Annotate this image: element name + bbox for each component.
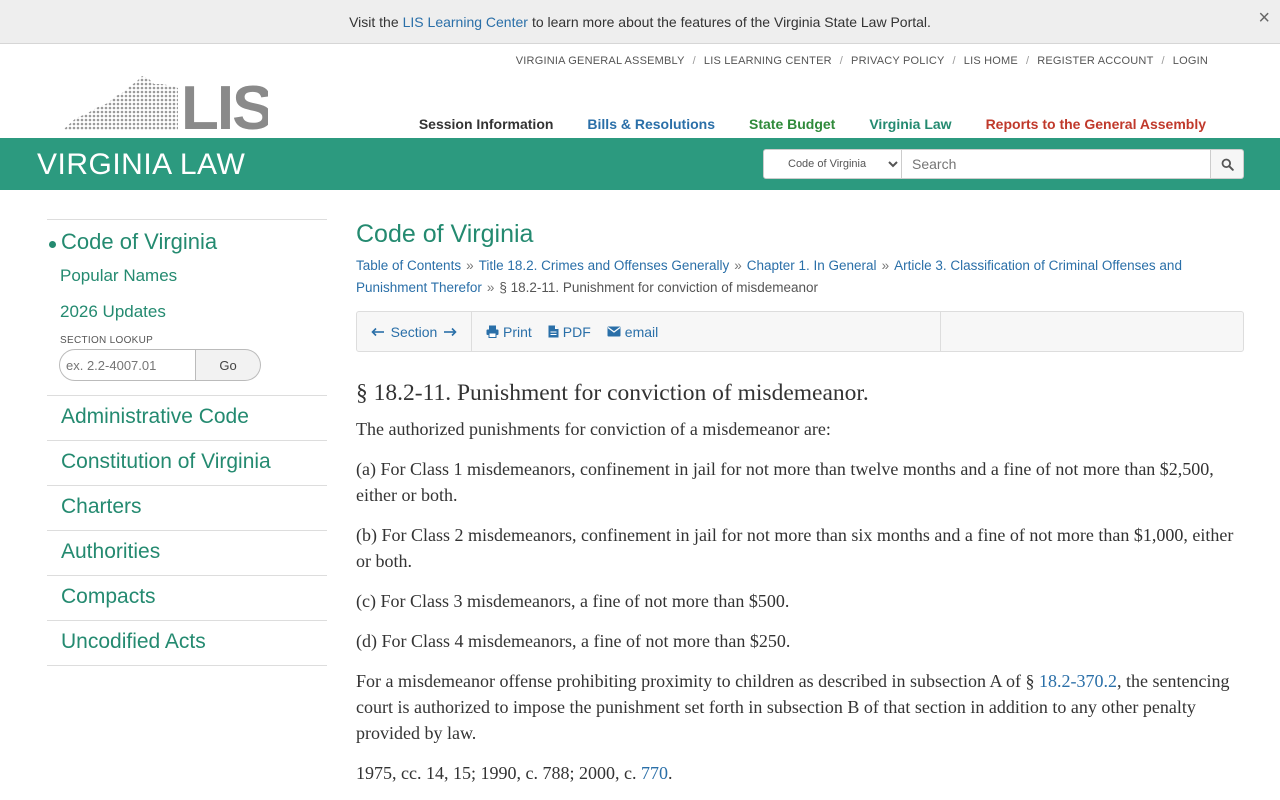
main-nav: Session Information Bills & Resolutions … xyxy=(419,116,1206,132)
top-link-general-assembly[interactable]: VIRGINIA GENERAL ASSEMBLY xyxy=(516,55,685,67)
section-heading: § 18.2-11. Punishment for conviction of … xyxy=(356,380,869,406)
top-link-register-account[interactable]: REGISTER ACCOUNT xyxy=(1037,55,1153,67)
breadcrumb-separator: » xyxy=(486,280,495,295)
nav-bills-resolutions[interactable]: Bills & Resolutions xyxy=(587,116,715,132)
announcement-banner: Visit the LIS Learning Center to learn m… xyxy=(0,0,1280,44)
banner-text-before: Visit the xyxy=(349,13,399,30)
breadcrumb-current: § 18.2-11. Punishment for conviction of … xyxy=(499,280,819,295)
sidebar-item-compacts[interactable]: Compacts xyxy=(47,575,327,620)
clause-a: (a) For Class 1 misdemeanors, confinemen… xyxy=(356,459,1214,505)
search-input[interactable] xyxy=(902,149,1211,179)
current-bullet-icon xyxy=(49,241,56,248)
breadcrumb-title[interactable]: Title 18.2. Crimes and Offenses Generall… xyxy=(479,258,730,273)
clause-c: (c) For Class 3 misdemeanors, a fine of … xyxy=(356,591,790,611)
utility-links: VIRGINIA GENERAL ASSEMBLY / LIS LEARNING … xyxy=(515,55,1208,67)
breadcrumb-separator: » xyxy=(734,258,742,273)
site-header: LIS VIRGINIA GENERAL ASSEMBLY / LIS LEARN… xyxy=(0,44,1280,143)
sidebar-item-constitution[interactable]: Constitution of Virginia xyxy=(47,440,327,485)
nav-reports-general-assembly[interactable]: Reports to the General Assembly xyxy=(986,116,1206,132)
main-content: Code of Virginia Table of Contents » Title… xyxy=(356,219,1246,786)
close-icon[interactable]: × xyxy=(1258,8,1270,28)
breadcrumb-separator: » xyxy=(881,258,890,273)
breadcrumb-separator: » xyxy=(466,258,474,273)
search-form: Code of Virginia xyxy=(763,149,1244,179)
pdf-label: PDF xyxy=(562,323,591,340)
breadcrumb-chapter[interactable]: Chapter 1. In General xyxy=(747,258,877,273)
section-body: The authorized punishments for convictio… xyxy=(356,416,1246,786)
section-lookup-label: SECTION LOOKUP xyxy=(60,335,154,346)
sidebar-item-administrative-code[interactable]: Administrative Code xyxy=(47,395,327,440)
sidebar-item-uncodified-acts[interactable]: Uncodified Acts xyxy=(47,620,327,665)
lis-logo[interactable]: LIS xyxy=(64,74,273,143)
envelope-icon xyxy=(607,326,621,337)
chapter-770-link[interactable]: 770 xyxy=(641,763,668,783)
section-toolbar: Section Print PDF email xyxy=(356,311,1244,352)
print-label: Print xyxy=(503,323,532,340)
section-bar: VIRGINIA LAW Code of Virginia xyxy=(0,138,1280,190)
sidebar-item-authorities[interactable]: Authorities xyxy=(47,530,327,575)
pdf-icon xyxy=(548,325,559,338)
section-title-virginia-law[interactable]: VIRGINIA LAW xyxy=(37,148,245,182)
sidebar-sub-popular-names[interactable]: Popular Names xyxy=(47,260,327,296)
section-nav: Section xyxy=(357,312,472,351)
section-lookup-form: Go xyxy=(59,349,261,381)
pdf-button[interactable]: PDF xyxy=(548,324,591,340)
sidebar: Code of Virginia Popular Names 2026 Upda… xyxy=(47,219,327,666)
sidebar-item-code-of-virginia[interactable]: Code of Virginia xyxy=(47,220,327,260)
banner-text-after: to learn more about the features of the … xyxy=(531,13,931,30)
section-lookup-input[interactable] xyxy=(59,349,196,381)
arrow-right-icon[interactable] xyxy=(443,327,457,337)
top-link-privacy-policy[interactable]: PRIVACY POLICY xyxy=(851,55,944,67)
clause-d: (d) For Class 4 misdemeanors, a fine of … xyxy=(356,631,791,651)
breadcrumb-table-of-contents[interactable]: Table of Contents xyxy=(356,258,461,273)
banner-learning-center-link[interactable]: LIS Learning Center xyxy=(403,14,528,30)
search-icon xyxy=(1221,158,1234,171)
top-link-lis-home[interactable]: LIS HOME xyxy=(964,55,1018,67)
proximity-paragraph: For a misdemeanor offense prohibiting pr… xyxy=(356,671,1230,743)
section-actions: Print PDF email xyxy=(472,312,941,351)
top-link-learning-center[interactable]: LIS LEARNING CENTER xyxy=(704,55,832,67)
nav-virginia-law[interactable]: Virginia Law xyxy=(869,116,951,132)
search-scope-select[interactable]: Code of Virginia xyxy=(763,149,902,179)
sidebar-item-charters[interactable]: Charters xyxy=(47,485,327,530)
section-intro: The authorized punishments for convictio… xyxy=(356,419,831,439)
page-title: Code of Virginia xyxy=(356,220,534,248)
breadcrumb: Table of Contents » Title 18.2. Crimes and… xyxy=(356,255,1246,299)
sidebar-item-label: Code of Virginia xyxy=(61,229,218,254)
email-label: email xyxy=(624,323,659,340)
search-button[interactable] xyxy=(1211,149,1244,179)
history-paragraph: 1975, cc. 14, 15; 1990, c. 788; 2000, c.… xyxy=(356,763,673,783)
nav-state-budget[interactable]: State Budget xyxy=(749,116,835,132)
section-nav-label: Section xyxy=(390,323,438,340)
print-icon xyxy=(486,325,499,338)
email-button[interactable]: email xyxy=(607,324,658,340)
nav-session-information[interactable]: Session Information xyxy=(419,116,554,132)
go-button[interactable]: Go xyxy=(196,349,261,381)
arrow-left-icon[interactable] xyxy=(371,327,385,337)
print-button[interactable]: Print xyxy=(486,324,532,340)
clause-b: (b) For Class 2 misdemeanors, confinemen… xyxy=(356,525,1234,571)
top-link-login[interactable]: LOGIN xyxy=(1173,55,1208,67)
section-18-2-370-2-link[interactable]: 18.2-370.2 xyxy=(1039,671,1117,691)
sidebar-sub-updates[interactable]: 2026 Updates xyxy=(47,296,327,332)
logo-text: LIS xyxy=(181,74,268,132)
